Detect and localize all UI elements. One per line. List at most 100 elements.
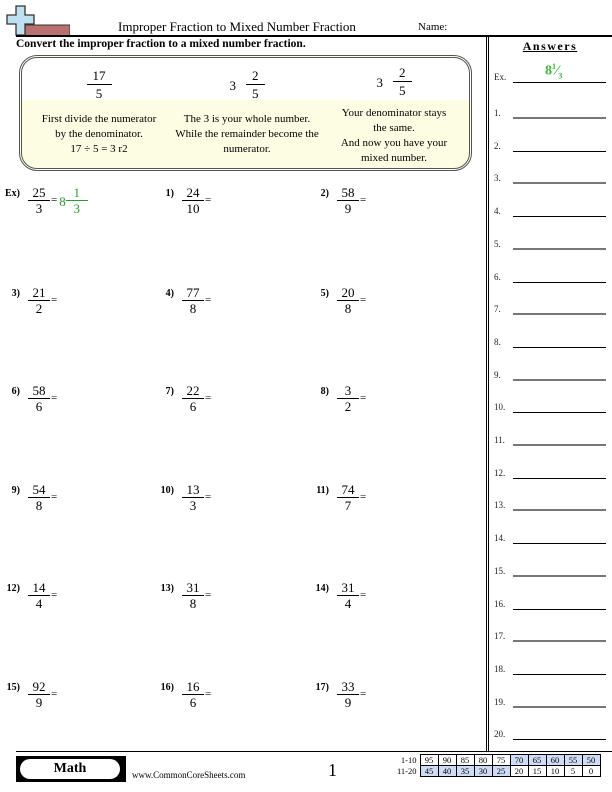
answer-line[interactable] (513, 574, 606, 577)
answer-line[interactable] (513, 640, 606, 643)
equals-sign: = (205, 589, 212, 601)
problem-label: 8) (320, 386, 329, 397)
answer-line[interactable] (513, 444, 606, 446)
answer-line (513, 82, 606, 83)
problem-label: 3) (11, 288, 20, 299)
problem-12: 12) 14 4 = (0, 581, 58, 612)
answer-label: 10. (494, 402, 506, 413)
answer-line[interactable] (513, 313, 606, 316)
answer-label: 7. (494, 304, 501, 315)
worksheet-title: Improper Fraction to Mixed Number Fracti… (118, 19, 356, 34)
problem-fraction: 54 8 (28, 483, 50, 513)
answer-line[interactable] (513, 673, 606, 675)
example-step-3: 3 2 5 Your denominator stays the same. A… (319, 58, 469, 166)
problem-11: 11) 74 7 = (305, 483, 366, 514)
answer-line[interactable] (513, 346, 606, 348)
answer-label: 8. (494, 336, 501, 347)
answer-label: 11. (494, 435, 505, 445)
answer-row-3: 3. (494, 165, 606, 185)
answer-line[interactable] (513, 182, 606, 185)
denominator: 7 (344, 498, 352, 513)
answer-line[interactable] (513, 150, 606, 152)
answer-label: 15. (494, 565, 506, 576)
problem-7: 7) 22 6 = (150, 384, 212, 415)
score-cell: 25 (491, 765, 511, 777)
answers-title: Answers (522, 39, 578, 53)
denominator: 5 (95, 86, 103, 101)
problem-label: 6) (11, 386, 20, 397)
score-cell: 20 (509, 765, 529, 777)
score-cell: 10 (545, 765, 565, 777)
website-link[interactable]: www.CommonCoreSheets.com (132, 770, 245, 780)
problem-1: 1) 24 10 = (150, 186, 212, 217)
problem-fraction: 74 7 (337, 483, 359, 513)
answer-line[interactable] (513, 216, 606, 218)
problem-label: 12) (6, 583, 20, 594)
score-cell: 0 (581, 765, 601, 777)
problem-label: 5) (320, 288, 329, 299)
answer-line[interactable] (513, 117, 606, 119)
answer-label: 14. (494, 533, 506, 544)
score-cell: 75 (491, 754, 511, 766)
problem-fraction: 13 3 (182, 483, 204, 513)
problem-label: 2) (320, 188, 329, 199)
score-cell: 40 (437, 765, 457, 777)
score-cell: 50 (581, 754, 601, 766)
answer-line[interactable] (513, 608, 606, 610)
answer-line[interactable] (513, 739, 606, 741)
answer-row-8: 8. (494, 329, 606, 349)
answer-row-16: 16. (494, 591, 606, 611)
equals-sign: = (360, 194, 367, 206)
instructions: Convert the improper fraction to a mixed… (16, 38, 306, 50)
denominator: 2 (344, 399, 352, 414)
numerator: 31 (337, 581, 359, 596)
problem-10: 10) 13 3 = (150, 483, 212, 514)
whole-number: 3 (376, 74, 384, 90)
answer-line[interactable] (513, 281, 606, 283)
problem-label: 1) (165, 188, 174, 199)
step-text: mixed number. (361, 152, 427, 164)
numerator: 74 (337, 483, 359, 498)
problem-fraction: 16 6 (182, 680, 204, 710)
answer-label: 12. (494, 467, 506, 478)
score-cell: 80 (473, 754, 493, 766)
problem-16: 16) 16 6 = (150, 680, 212, 711)
answer-row-6: 6. (494, 264, 606, 284)
answer-line[interactable] (513, 412, 606, 414)
denominator: 9 (35, 695, 43, 710)
answer-label: 16. (494, 598, 506, 609)
equals-sign: = (205, 194, 212, 206)
answer-row-12: 12. (494, 460, 606, 480)
problem-9: 9) 54 8 = (0, 483, 58, 514)
score-cell: 85 (455, 754, 475, 766)
answer-row-20: 20. (494, 721, 606, 741)
problem-fraction: 31 4 (337, 581, 359, 611)
score-cell: 45 (419, 765, 439, 777)
answer-row-17: 17. (494, 623, 606, 643)
answer-label: 19. (494, 696, 506, 707)
problem-fraction: 58 9 (337, 186, 359, 216)
score-row: 1-10 95 90 85 80 75 70 65 60 55 50 (395, 754, 601, 766)
subject-badge: Math (20, 759, 120, 779)
answer-line[interactable] (513, 247, 606, 250)
score-cell: 30 (473, 765, 493, 777)
answer-line[interactable] (513, 705, 606, 708)
denominator: 4 (344, 596, 352, 611)
denominator: 8 (189, 596, 197, 611)
equals-sign: = (205, 392, 212, 404)
problem-label: 7) (165, 386, 174, 397)
answer-label: 5. (494, 238, 501, 249)
denominator: 10 (186, 201, 200, 216)
denominator: 4 (35, 596, 43, 611)
score-cell: 5 (563, 765, 583, 777)
answer-row-7: 7. (494, 296, 606, 316)
problem-fraction: 32 (337, 384, 359, 414)
problem-label: 17) (315, 682, 329, 693)
problem-label: 9) (11, 485, 20, 496)
numerator: 31 (182, 581, 204, 596)
answer-line[interactable] (513, 477, 606, 479)
answer-line[interactable] (513, 509, 606, 512)
answer-line[interactable] (513, 378, 606, 381)
answer-line[interactable] (513, 543, 606, 545)
name-field-label: Name: (418, 21, 448, 33)
